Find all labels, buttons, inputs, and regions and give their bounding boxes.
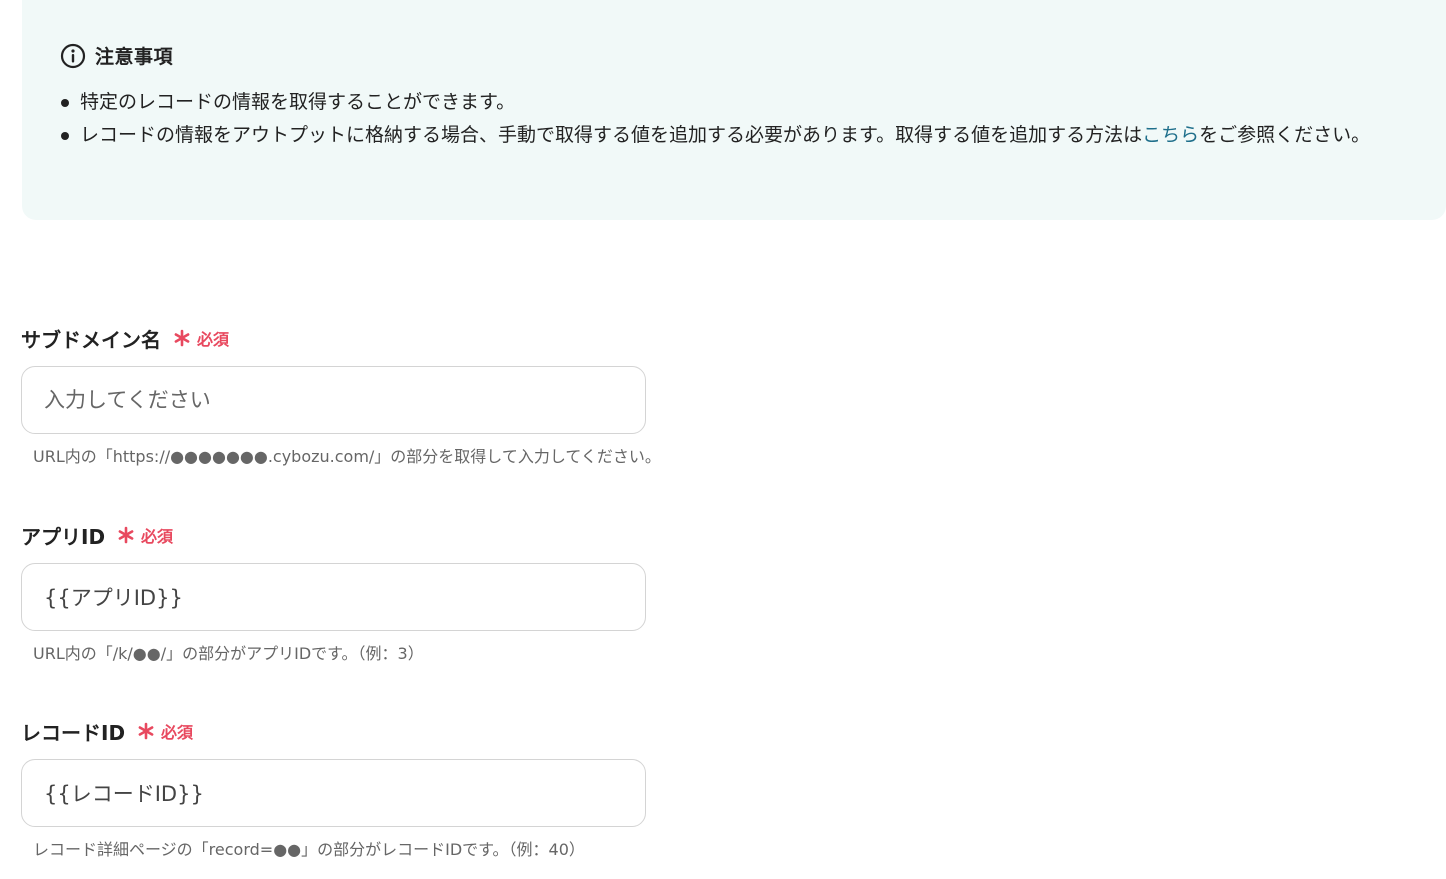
notice-item: レコードの情報をアウトプットに格納する場合、手動で取得する値を追加する必要があり… — [61, 119, 1440, 152]
required-badge: 必須 — [137, 719, 193, 743]
notice-title: 注意事項 — [95, 46, 174, 68]
record-id-label: レコードID — [21, 720, 126, 745]
app-id-label: アプリID — [21, 524, 106, 549]
notice-item: 特定のレコードの情報を取得することができます。 — [61, 86, 1440, 119]
app-id-input[interactable] — [21, 563, 646, 631]
notice-list: 特定のレコードの情報を取得することができます。 レコードの情報をアウトプットに格… — [61, 86, 1440, 152]
asterisk-icon — [174, 329, 190, 347]
notice-box: 注意事項 特定のレコードの情報を取得することができます。 レコードの情報をアウト… — [22, 0, 1446, 220]
subdomain-input[interactable] — [21, 366, 646, 434]
info-circle-icon — [60, 43, 86, 68]
subdomain-label: サブドメイン名 — [21, 327, 161, 352]
subdomain-hint: URL内の「https://●●●●●●●.cybozu.com/」の部分を取得… — [33, 447, 661, 466]
record-id-input[interactable] — [21, 759, 646, 827]
record-id-hint: レコード詳細ページの「record=●●」の部分がレコードIDです。（例：40） — [33, 840, 585, 859]
help-link[interactable]: こちら — [1142, 124, 1199, 146]
subdomain-field: サブドメイン名 必須 URL内の「https://●●●●●●●.cybozu.… — [21, 325, 681, 467]
notice-item-text: レコードの情報をアウトプットに格納する場合、手動で取得する値を追加する必要があり… — [80, 124, 1143, 146]
asterisk-icon — [138, 722, 154, 740]
field-label-row: レコードID 必須 — [21, 718, 681, 745]
notice-item-text: 特定のレコードの情報を取得することができます。 — [80, 91, 516, 113]
notice-item-text: をご参照ください。 — [1199, 124, 1371, 146]
app-id-hint: URL内の「/k/●●/」の部分がアプリIDです。（例：3） — [33, 644, 424, 663]
record-id-field: レコードID 必須 レコード詳細ページの「record=●●」の部分がレコードI… — [21, 718, 681, 860]
app-id-field: アプリID 必須 URL内の「/k/●●/」の部分がアプリIDです。（例：3） — [21, 522, 681, 664]
notice-header: 注意事項 — [60, 42, 173, 69]
required-badge: 必須 — [117, 523, 173, 547]
field-label-row: サブドメイン名 必須 — [21, 325, 681, 352]
asterisk-icon — [118, 526, 134, 544]
required-label: 必須 — [141, 527, 174, 546]
required-label: 必須 — [197, 330, 230, 349]
required-label: 必須 — [161, 723, 194, 742]
field-label-row: アプリID 必須 — [21, 522, 681, 549]
required-badge: 必須 — [173, 326, 229, 350]
